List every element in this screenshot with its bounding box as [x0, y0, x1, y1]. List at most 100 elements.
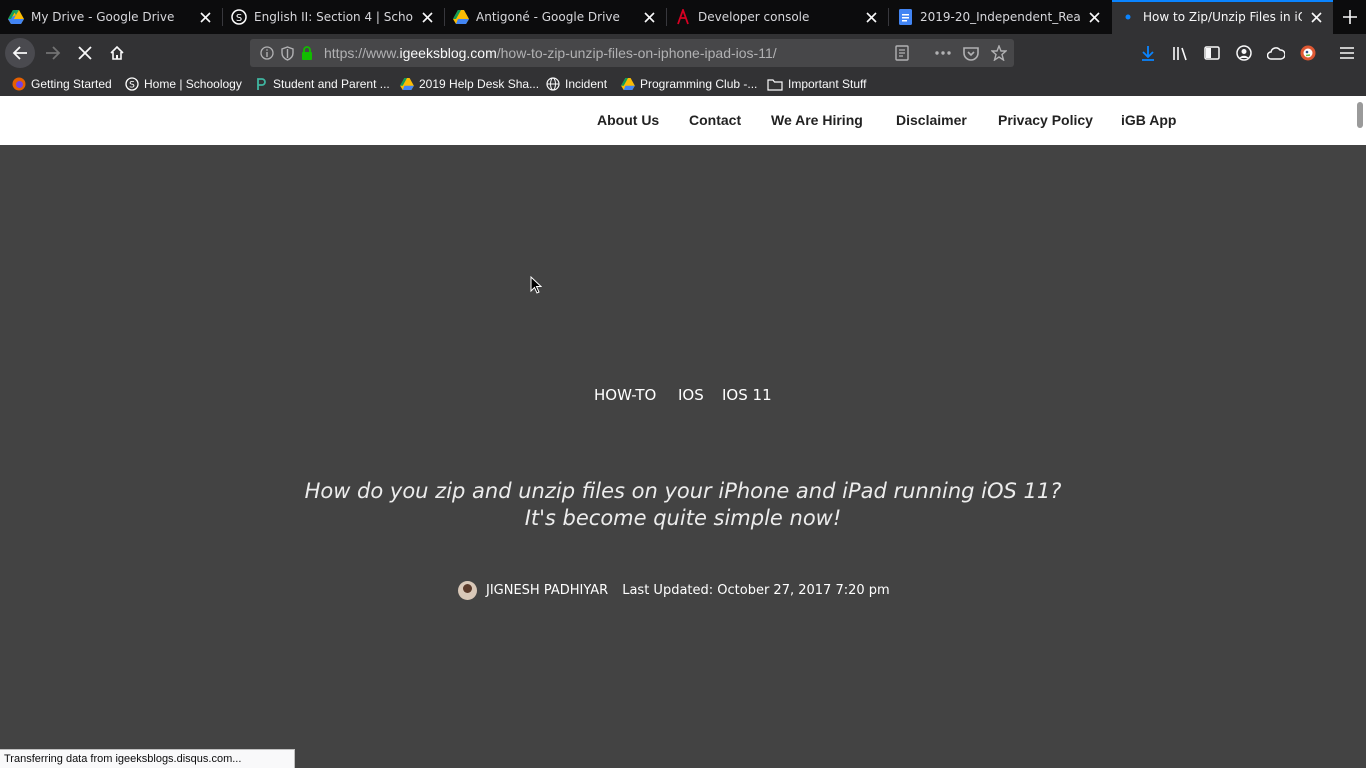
tab-my-drive[interactable]: My Drive - Google Drive: [0, 0, 222, 34]
duckduckgo-button[interactable]: [1293, 38, 1323, 68]
bookmark-label: 2019 Help Desk Sha...: [419, 77, 540, 91]
padlock-icon[interactable]: [299, 45, 315, 61]
bookmark-label: Student and Parent ...: [273, 77, 390, 91]
account-icon: [1236, 45, 1252, 61]
bookmark-label: Getting Started: [31, 77, 112, 91]
stop-icon: [78, 46, 92, 60]
nav-link-about-us[interactable]: About Us: [597, 112, 659, 128]
tab-english[interactable]: S English II: Section 4 | Schoology: [223, 0, 444, 34]
globe-icon: [546, 77, 560, 91]
tab-zip-unzip-active[interactable]: How to Zip/Unzip Files in iOS 11: [1112, 0, 1333, 34]
sidebar-icon: [1204, 46, 1220, 60]
bookmark-home-schoology[interactable]: S Home | Schoology: [125, 75, 242, 93]
sidebar-button[interactable]: [1197, 38, 1227, 68]
tab-title: Developer console: [698, 10, 810, 24]
home-button[interactable]: [102, 38, 132, 68]
downloads-button[interactable]: [1133, 38, 1163, 68]
page-scrollbar[interactable]: [1357, 102, 1363, 128]
close-icon[interactable]: [197, 9, 213, 25]
svg-text:S: S: [236, 13, 242, 24]
page-actions-icon[interactable]: [935, 45, 951, 61]
nav-link-privacy-policy[interactable]: Privacy Policy: [998, 112, 1093, 128]
category-link-ios-11[interactable]: IOS 11: [722, 386, 772, 404]
library-icon: [1172, 46, 1187, 60]
schoology-icon: S: [231, 9, 247, 25]
folder-icon: [767, 77, 783, 91]
google-drive-icon: [453, 9, 469, 25]
last-updated-date: Last Updated: October 27, 2017 7:20 pm: [622, 582, 890, 598]
site-navigation: About Us Contact We Are Hiring Disclaime…: [0, 96, 1366, 145]
bookmark-help-desk[interactable]: 2019 Help Desk Sha...: [400, 75, 539, 93]
bookmark-label: Important Stuff: [788, 77, 867, 91]
tab-title: Antigoné - Google Drive: [476, 10, 620, 24]
bookmark-folder-important[interactable]: Important Stuff: [767, 75, 867, 93]
bookmark-label: Home | Schoology: [144, 77, 242, 91]
url-text[interactable]: https://www.igeeksblog.com/how-to-zip-un…: [324, 45, 777, 61]
mouse-cursor-icon: [530, 276, 542, 294]
duckduckgo-icon: [1300, 45, 1316, 61]
bookmark-label: Programming Club -...: [640, 77, 758, 91]
reader-view-icon[interactable]: [894, 45, 910, 61]
tab-title: How to Zip/Unzip Files in iOS 11: [1143, 10, 1302, 24]
close-icon[interactable]: [1086, 9, 1102, 25]
google-drive-icon: [8, 9, 24, 25]
close-icon[interactable]: [641, 9, 657, 25]
bookmark-p-icon: [254, 77, 268, 91]
author-avatar[interactable]: [458, 580, 477, 600]
tab-title: My Drive - Google Drive: [31, 10, 175, 24]
close-icon[interactable]: [419, 9, 435, 25]
google-drive-icon: [621, 77, 635, 91]
account-button[interactable]: [1229, 38, 1259, 68]
pocket-icon[interactable]: [963, 45, 979, 61]
menu-button[interactable]: [1332, 38, 1362, 68]
stop-loading-button[interactable]: [70, 38, 100, 68]
nav-link-contact[interactable]: Contact: [689, 112, 741, 128]
article-subtitle-line-2: It's become quite simple now!: [524, 506, 842, 530]
category-link-how-to[interactable]: HOW-TO: [594, 386, 656, 404]
close-icon[interactable]: [863, 9, 879, 25]
article-meta: JIGNESH PADHIYAR Last Updated: October 2…: [458, 580, 890, 600]
bookmark-incident[interactable]: Incident: [546, 75, 607, 93]
bookmarks-toolbar: Getting Started S Home | Schoology Stude…: [0, 72, 1366, 96]
forward-arrow-icon: [46, 46, 61, 60]
home-icon: [110, 45, 124, 60]
google-drive-icon: [400, 77, 414, 91]
url-bar[interactable]: https://www.igeeksblog.com/how-to-zip-un…: [250, 39, 1014, 67]
info-icon[interactable]: [259, 45, 275, 61]
bookmark-programming-club[interactable]: Programming Club -...: [621, 75, 757, 93]
article-hero: HOW-TO IOS IOS 11 How do you zip and unz…: [0, 145, 1366, 768]
tab-independent-reading[interactable]: 2019-20_Independent_Reading: [889, 0, 1111, 34]
extension-button[interactable]: [1261, 38, 1291, 68]
nav-link-we-are-hiring[interactable]: We Are Hiring: [771, 112, 863, 128]
firefox-icon: [12, 77, 26, 91]
tab-strip: My Drive - Google Drive S English II: Se…: [0, 0, 1366, 34]
author-name[interactable]: JIGNESH PADHIYAR: [486, 583, 608, 598]
tracking-shield-icon[interactable]: [279, 45, 295, 61]
loading-dot-icon: [1120, 9, 1136, 25]
tab-developer-console[interactable]: Developer console: [667, 0, 888, 34]
hamburger-menu-icon: [1340, 47, 1354, 59]
category-link-ios[interactable]: IOS: [678, 386, 704, 404]
plus-icon: [1343, 10, 1357, 24]
bookmark-label: Incident: [565, 77, 608, 91]
library-button[interactable]: [1165, 38, 1195, 68]
nav-link-disclaimer[interactable]: Disclaimer: [896, 112, 967, 128]
navigation-toolbar: https://www.igeeksblog.com/how-to-zip-un…: [0, 34, 1366, 72]
tab-title: English II: Section 4 | Schoology: [254, 10, 413, 24]
back-arrow-icon: [12, 46, 27, 60]
bookmark-star-icon[interactable]: [991, 45, 1007, 61]
tab-antigone[interactable]: Antigoné - Google Drive: [445, 0, 666, 34]
article-subtitle-line-1: How do you zip and unzip files on your i…: [304, 479, 1062, 503]
back-button[interactable]: [5, 38, 35, 68]
new-tab-button[interactable]: [1336, 2, 1364, 32]
close-icon[interactable]: [1308, 9, 1324, 25]
bookmark-student-parent[interactable]: Student and Parent ...: [254, 75, 390, 93]
bookmark-getting-started[interactable]: Getting Started: [12, 75, 112, 93]
tab-title: 2019-20_Independent_Reading: [920, 10, 1080, 24]
nav-link-igb-app[interactable]: iGB App: [1121, 112, 1176, 128]
google-docs-icon: [897, 9, 913, 25]
forward-button[interactable]: [38, 38, 68, 68]
developer-console-icon: [675, 9, 691, 25]
status-bar: Transferring data from igeeksblogs.disqu…: [0, 749, 295, 768]
extension-cloud-icon: [1267, 47, 1285, 60]
